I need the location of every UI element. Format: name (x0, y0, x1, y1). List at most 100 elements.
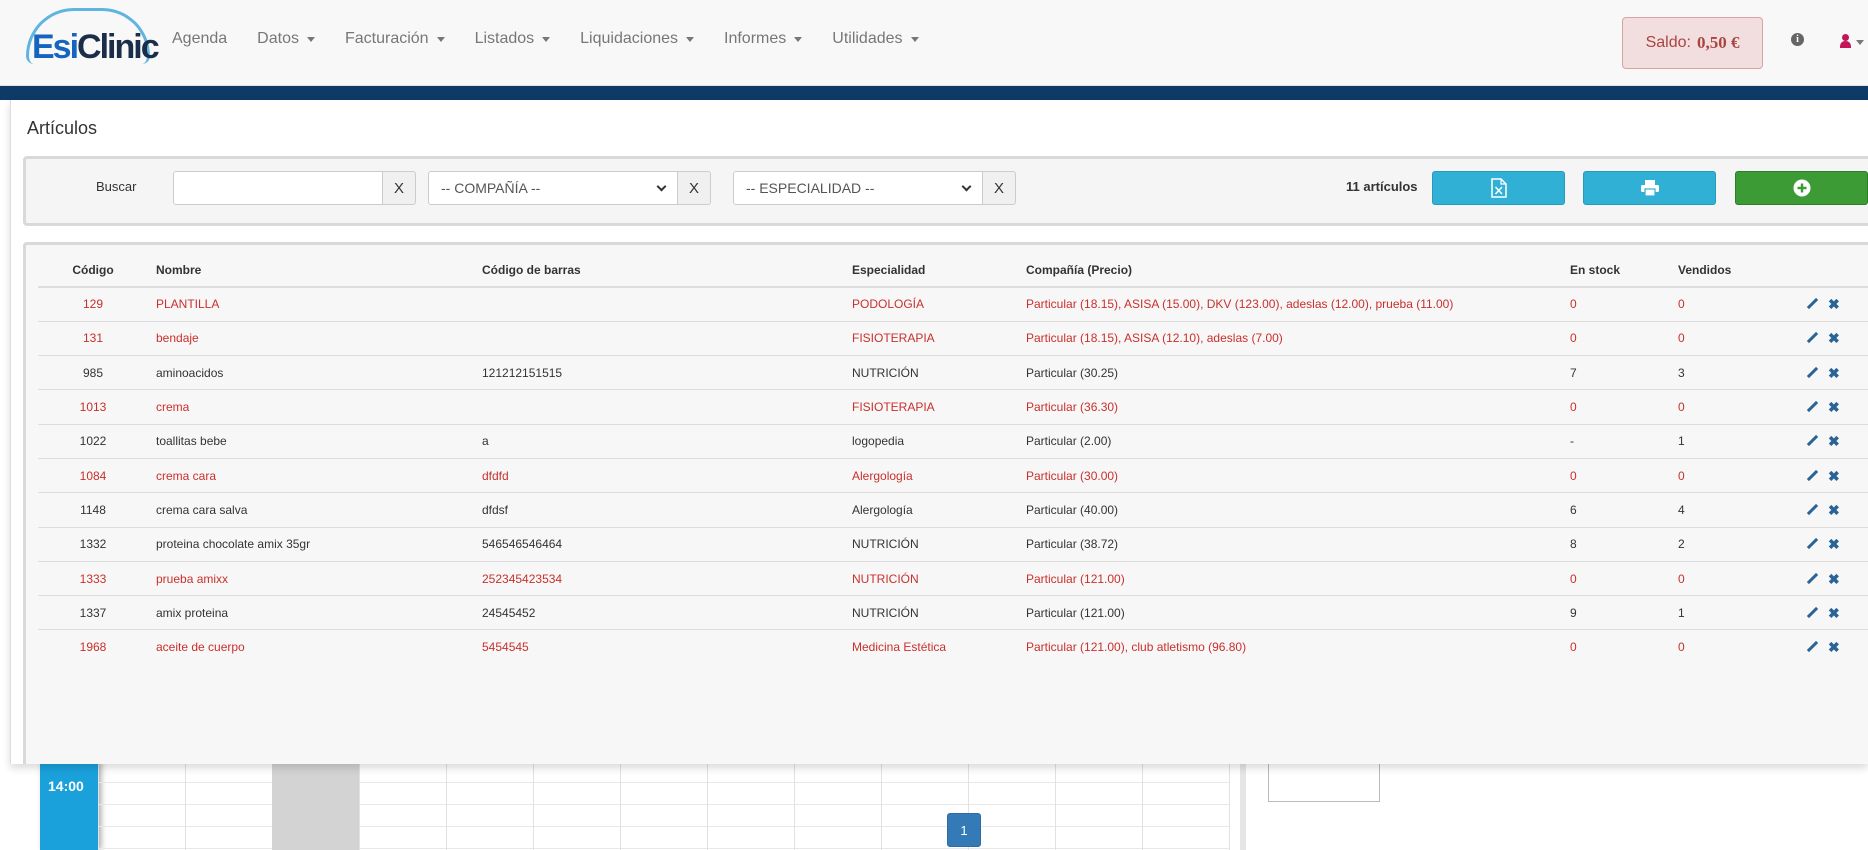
cell-stock: 0 (1562, 286, 1670, 322)
col-header-especialidad[interactable]: Especialidad (844, 253, 1018, 288)
cell-barcode: 24545452 (474, 595, 844, 630)
delete-icon[interactable]: ✖ (1828, 400, 1840, 414)
delete-icon[interactable]: ✖ (1828, 503, 1840, 517)
info-icon[interactable]: i (1791, 33, 1804, 46)
clear-specialty-button[interactable]: X (982, 171, 1016, 205)
delete-icon[interactable]: ✖ (1828, 572, 1840, 586)
saldo-label: Saldo: (1645, 34, 1691, 51)
nav-item-listados[interactable]: Listados (475, 30, 551, 48)
specialty-select[interactable]: -- ESPECIALIDAD -- (733, 171, 983, 205)
nav-item-utilidades[interactable]: Utilidades (832, 30, 919, 48)
table-row: 1084 crema cara dfdfd Alergología Particular… (38, 457, 1868, 493)
cell-codigo: 131 (38, 320, 148, 356)
col-header-codigo[interactable]: Código (38, 253, 148, 288)
delete-icon[interactable]: ✖ (1828, 366, 1840, 380)
col-header-barcode[interactable]: Código de barras (474, 253, 844, 288)
cell-vendidos: 0 (1670, 457, 1798, 493)
delete-icon[interactable]: ✖ (1828, 297, 1840, 311)
cell-actions: ✖ (1798, 492, 1868, 528)
caret-down-icon (794, 36, 803, 42)
edit-icon[interactable] (1806, 435, 1818, 447)
search-input[interactable] (173, 171, 383, 205)
cell-vendidos: 0 (1670, 286, 1798, 322)
nav-item-datos[interactable]: Datos (257, 30, 315, 48)
col-header-compania[interactable]: Compañía (Precio) (1018, 253, 1562, 288)
edit-icon[interactable] (1806, 332, 1818, 344)
col-header-vendidos[interactable]: Vendidos (1670, 253, 1798, 288)
cell-especialidad: NUTRICIÓN (844, 595, 1018, 630)
delete-icon[interactable]: ✖ (1828, 537, 1840, 551)
delete-icon[interactable]: ✖ (1828, 640, 1840, 654)
company-select[interactable]: -- COMPAÑÍA -- (428, 171, 678, 205)
col-header-nombre[interactable]: Nombre (148, 253, 474, 288)
col-header-stock[interactable]: En stock (1562, 253, 1670, 288)
edit-icon[interactable] (1806, 298, 1818, 310)
cell-nombre: toallitas bebe (148, 423, 474, 459)
edit-icon[interactable] (1806, 573, 1818, 585)
cell-especialidad: Alergología (844, 457, 1018, 493)
cell-actions: ✖ (1798, 595, 1868, 630)
cell-barcode: a (474, 423, 844, 459)
caret-down-icon (686, 36, 695, 42)
cell-vendidos: 0 (1670, 320, 1798, 356)
nav-item-label: Liquidaciones (580, 30, 679, 47)
cell-nombre: aceite de cuerpo (148, 629, 474, 665)
edit-icon[interactable] (1806, 504, 1818, 516)
specialty-select-value: -- ESPECIALIDAD -- (746, 180, 875, 196)
cell-compania: Particular (121.00), club atletismo (96.… (1018, 629, 1562, 665)
nav-item-agenda[interactable]: Agenda (172, 30, 227, 48)
table-row: 129 PLANTILLA PODOLOGÍA Particular (18.15),… (38, 286, 1868, 322)
cell-vendidos: 0 (1670, 389, 1798, 425)
edit-icon[interactable] (1806, 538, 1818, 550)
user-menu-icon[interactable] (1838, 34, 1868, 50)
print-button[interactable] (1583, 171, 1716, 205)
chevron-down-icon (961, 181, 972, 191)
cell-codigo: 1332 (38, 526, 148, 562)
table-row: 1337 amix proteina 24545452 NUTRICIÓN Partic… (38, 595, 1868, 630)
delete-icon[interactable]: ✖ (1828, 469, 1840, 483)
export-excel-button[interactable] (1432, 171, 1565, 205)
nav-item-informes[interactable]: Informes (724, 30, 803, 48)
pagination-page-1[interactable]: 1 (947, 813, 981, 847)
delete-icon[interactable]: ✖ (1828, 434, 1840, 448)
cell-nombre: aminoacidos (148, 355, 474, 390)
nav-item-label: Datos (257, 30, 299, 47)
edit-icon[interactable] (1806, 641, 1818, 653)
add-article-button[interactable] (1735, 171, 1868, 205)
nav-item-liquidaciones[interactable]: Liquidaciones (580, 30, 695, 48)
cell-especialidad: FISIOTERAPIA (844, 320, 1018, 356)
cell-nombre: crema (148, 389, 474, 425)
cell-barcode: 121212151515 (474, 355, 844, 390)
cell-nombre: crema cara (148, 457, 474, 493)
edit-icon[interactable] (1806, 401, 1818, 413)
excel-icon (1490, 178, 1507, 198)
saldo-badge[interactable]: Saldo: 0,50 € (1622, 17, 1763, 69)
cell-nombre: proteina chocolate amix 35gr (148, 526, 474, 562)
edit-icon[interactable] (1806, 367, 1818, 379)
clear-company-button[interactable]: X (677, 171, 711, 205)
esiclinic-logo[interactable]: EsiClinic (26, 8, 160, 70)
cell-stock: 0 (1562, 457, 1670, 493)
chevron-down-icon (656, 181, 667, 191)
cell-stock: 8 (1562, 526, 1670, 562)
delete-icon[interactable]: ✖ (1828, 606, 1840, 620)
edit-icon[interactable] (1806, 607, 1818, 619)
articulos-modal: Artículos Buscar X -- COMPAÑÍA -- X -- E… (10, 100, 1868, 847)
nav-item-facturacion[interactable]: Facturación (345, 30, 445, 48)
nav-item-label: Informes (724, 30, 787, 47)
cell-especialidad: FISIOTERAPIA (844, 389, 1018, 425)
cell-barcode: 546546546464 (474, 526, 844, 562)
cell-stock: 0 (1562, 320, 1670, 356)
cell-nombre: bendaje (148, 320, 474, 356)
cell-codigo: 1084 (38, 457, 148, 493)
cell-stock: - (1562, 423, 1670, 459)
edit-icon[interactable] (1806, 470, 1818, 482)
table-row: 1968 aceite de cuerpo 5454545 Medicina Esté… (38, 629, 1868, 665)
cell-especialidad: Medicina Estética (844, 629, 1018, 665)
nav-item-label: Listados (474, 30, 535, 47)
delete-icon[interactable]: ✖ (1828, 331, 1840, 345)
cell-compania: Particular (30.00) (1018, 457, 1562, 493)
cell-actions: ✖ (1798, 457, 1868, 493)
cell-codigo: 1968 (38, 629, 148, 665)
clear-search-button[interactable]: X (382, 171, 416, 205)
